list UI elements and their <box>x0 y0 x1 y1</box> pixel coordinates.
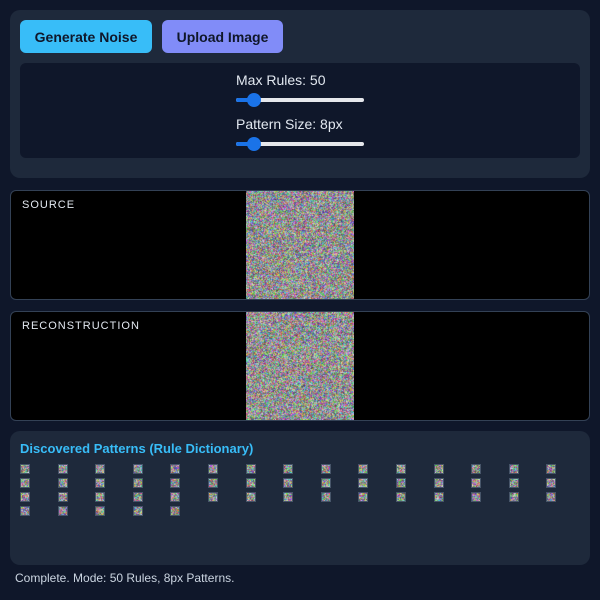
pattern-tile <box>170 478 181 488</box>
pattern-tile <box>170 506 181 516</box>
pattern-tile <box>132 506 143 516</box>
slider-thumb[interactable] <box>247 93 262 107</box>
reconstruction-canvas-panel: RECONSTRUCTION <box>10 311 590 421</box>
slider-thumb[interactable] <box>247 137 262 151</box>
pattern-tile <box>320 478 331 488</box>
pattern-size-label: Pattern Size: 8px <box>236 116 343 132</box>
pattern-tile <box>57 464 68 474</box>
pattern-tile <box>245 464 256 474</box>
pattern-tile <box>433 492 444 502</box>
pattern-tile <box>20 464 30 474</box>
pattern-tile <box>358 478 369 488</box>
max-rules-slider[interactable] <box>236 92 364 108</box>
source-canvas-panel: SOURCE <box>10 190 590 300</box>
controls-panel: Generate Noise Upload Image Max Rules: 5… <box>10 10 590 178</box>
pattern-tile <box>208 464 218 474</box>
pattern-tile <box>20 492 30 502</box>
status-text: Complete. Mode: 50 Rules, 8px Patterns. <box>15 571 235 585</box>
pattern-tile <box>396 464 406 474</box>
pattern-tile <box>57 478 68 488</box>
pattern-tile <box>283 464 294 474</box>
source-image <box>246 191 354 299</box>
upload-image-button[interactable]: Upload Image <box>162 20 283 53</box>
pattern-tile <box>433 478 444 488</box>
pattern-tile <box>358 464 369 474</box>
source-label: SOURCE <box>22 199 76 211</box>
pattern-tile <box>208 492 218 502</box>
pattern-tile <box>471 478 482 488</box>
patterns-title: Discovered Patterns (Rule Dictionary) <box>20 441 254 456</box>
pattern-size-slider[interactable] <box>236 136 364 152</box>
max-rules-control: Max Rules: 50 <box>236 71 376 108</box>
pattern-tile <box>20 478 30 488</box>
pattern-dictionary <box>20 464 580 554</box>
pattern-tile <box>57 492 68 502</box>
pattern-tile <box>95 492 106 502</box>
settings-box: Max Rules: 50 Pattern Size: 8px <box>20 63 580 158</box>
reconstruction-label: RECONSTRUCTION <box>22 320 140 332</box>
pattern-tile <box>508 478 519 488</box>
pattern-tile <box>95 478 106 488</box>
pattern-tile <box>170 492 181 502</box>
pattern-tile <box>245 492 256 502</box>
pattern-tile <box>170 464 181 474</box>
pattern-tile <box>132 464 143 474</box>
max-rules-label: Max Rules: 50 <box>236 72 326 88</box>
pattern-tile <box>471 464 482 474</box>
pattern-tile <box>471 492 482 502</box>
pattern-tile <box>546 464 557 474</box>
pattern-tile <box>283 478 294 488</box>
pattern-tile <box>358 492 369 502</box>
pattern-tile <box>546 492 557 502</box>
pattern-tile <box>546 478 557 488</box>
pattern-tile <box>57 506 68 516</box>
pattern-tile <box>396 492 406 502</box>
pattern-size-control: Pattern Size: 8px <box>236 115 376 152</box>
pattern-tile <box>132 478 143 488</box>
pattern-tile <box>508 464 519 474</box>
pattern-tile <box>208 478 218 488</box>
patterns-panel: Discovered Patterns (Rule Dictionary) <box>10 431 590 565</box>
pattern-tile <box>508 492 519 502</box>
pattern-tile <box>320 464 331 474</box>
reconstruction-image <box>246 312 354 420</box>
pattern-tile <box>283 492 294 502</box>
pattern-tile <box>132 492 143 502</box>
pattern-tile <box>20 506 30 516</box>
pattern-tile <box>95 506 106 516</box>
pattern-tile <box>95 464 106 474</box>
generate-noise-button[interactable]: Generate Noise <box>20 20 152 53</box>
pattern-tile <box>396 478 406 488</box>
pattern-tile <box>433 464 444 474</box>
pattern-tile <box>245 478 256 488</box>
pattern-tile <box>320 492 331 502</box>
